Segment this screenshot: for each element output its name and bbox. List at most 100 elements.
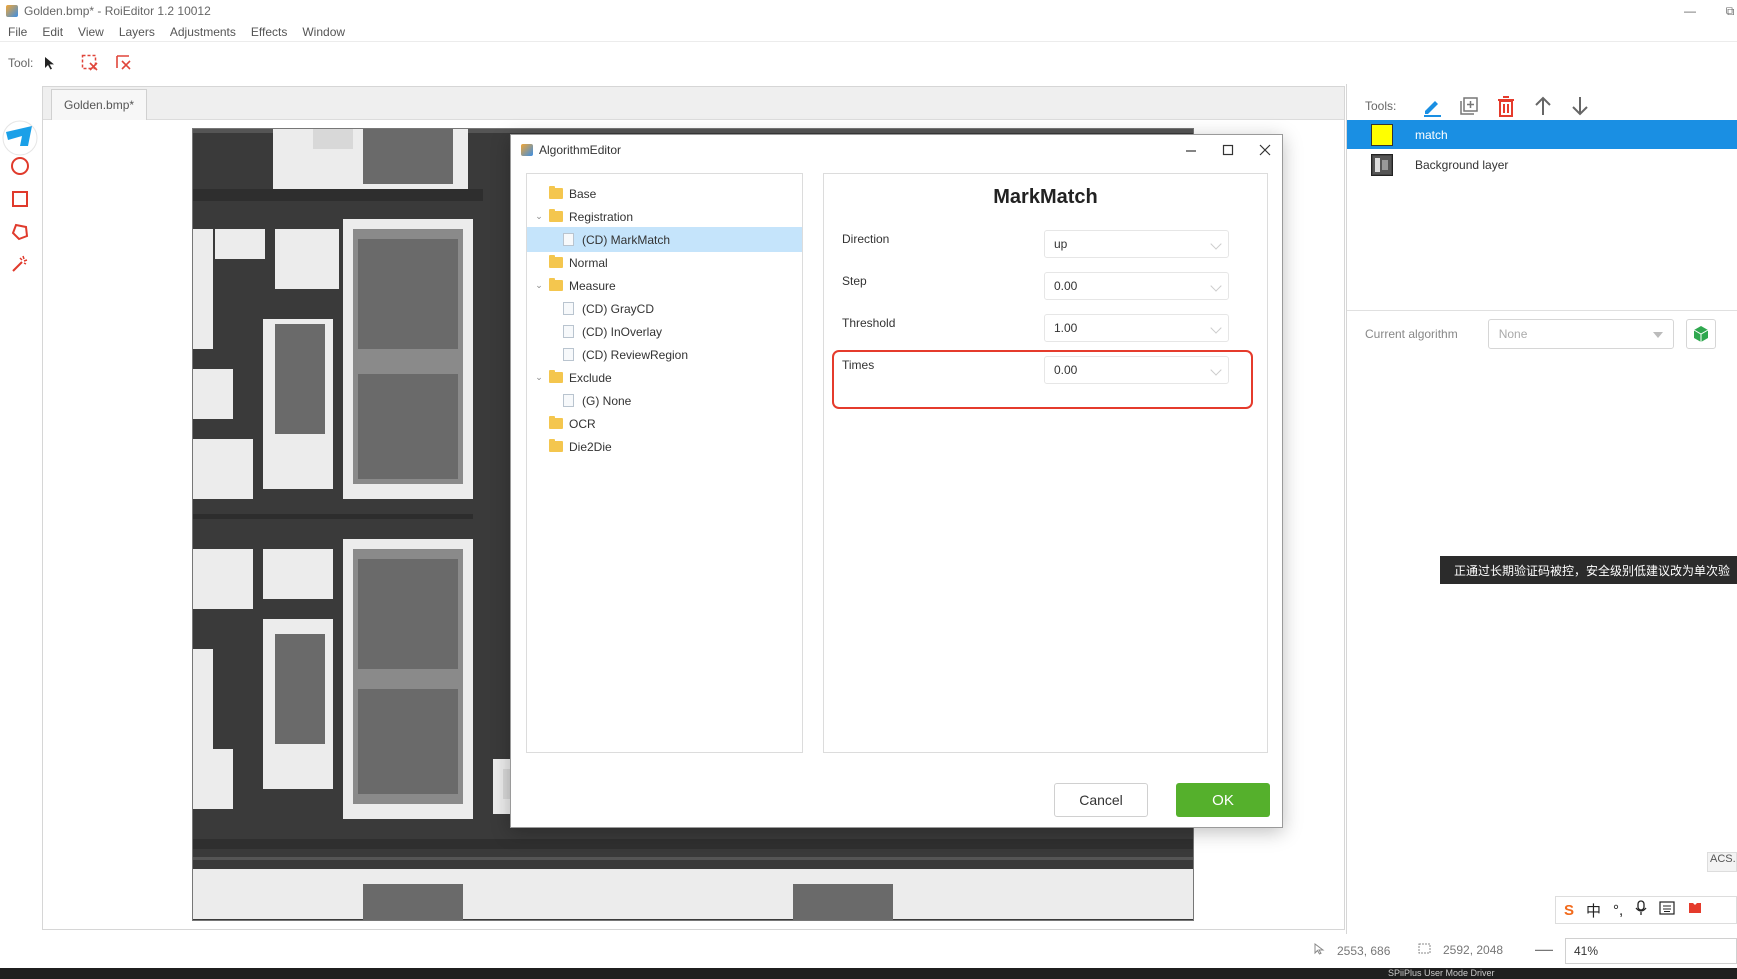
document-tab[interactable]: Golden.bmp* bbox=[51, 89, 148, 120]
expand-caret-icon[interactable]: ⌄ bbox=[534, 280, 544, 291]
move-layer-up-icon[interactable] bbox=[1529, 92, 1557, 120]
dialog-title: AlgorithmEditor bbox=[539, 143, 622, 157]
layers-tools-label: Tools: bbox=[1365, 99, 1397, 113]
dialog-maximize-icon[interactable] bbox=[1211, 137, 1245, 163]
minimize-button[interactable]: — bbox=[1670, 0, 1710, 22]
rectangle-tool-icon[interactable] bbox=[8, 187, 32, 211]
dialog-title-bar: AlgorithmEditor bbox=[511, 135, 1282, 165]
tree-node-label: (G) None bbox=[582, 393, 632, 408]
zoom-field[interactable]: 41% bbox=[1565, 938, 1737, 964]
direction-select[interactable]: up bbox=[1044, 230, 1229, 258]
times-field[interactable]: 0.00 bbox=[1044, 356, 1229, 384]
tree-node-label: Measure bbox=[569, 278, 616, 293]
expand-caret-icon[interactable]: ⌄ bbox=[534, 372, 544, 383]
folder-icon bbox=[549, 186, 563, 199]
folder-icon bbox=[549, 370, 563, 383]
ellipse-tool-icon[interactable] bbox=[8, 154, 32, 178]
tree-folder-measure[interactable]: ⌄ Measure bbox=[527, 273, 802, 298]
tool-row: Tool: bbox=[0, 50, 147, 76]
tree-folder-exclude[interactable]: ⌄ Exclude bbox=[527, 365, 802, 390]
ok-button[interactable]: OK bbox=[1176, 783, 1270, 817]
folder-icon bbox=[549, 209, 563, 222]
layer-name: match bbox=[1415, 127, 1448, 142]
polygon-tool-icon[interactable] bbox=[8, 220, 32, 244]
menu-bar: File Edit View Layers Adjustments Effect… bbox=[0, 22, 1737, 42]
dialog-close-icon[interactable] bbox=[1248, 137, 1282, 163]
apply-algorithm-cube-icon[interactable] bbox=[1685, 318, 1716, 349]
menu-edit[interactable]: Edit bbox=[42, 25, 63, 39]
tree-node-label: (CD) GrayCD bbox=[582, 301, 654, 316]
threshold-value: 1.00 bbox=[1054, 321, 1078, 335]
step-value: 0.00 bbox=[1054, 279, 1078, 293]
file-icon bbox=[563, 348, 574, 361]
menu-file[interactable]: File bbox=[8, 25, 27, 39]
ime-chinese-mode[interactable]: 中 bbox=[1586, 900, 1601, 921]
restore-button[interactable]: ⧉ bbox=[1710, 0, 1737, 22]
side-tab[interactable]: ACS.E bbox=[1707, 852, 1737, 872]
layers-panel: Tools: match Background layer Current al… bbox=[1346, 84, 1737, 934]
edit-layer-icon[interactable] bbox=[1418, 92, 1446, 120]
tree-folder-registration[interactable]: ⌄ Registration bbox=[527, 204, 802, 229]
tree-folder-ocr[interactable]: OCR bbox=[527, 411, 802, 436]
magic-wand-tool-icon[interactable] bbox=[8, 252, 32, 276]
dropdown-chevron-icon bbox=[1210, 238, 1222, 250]
cursor-position: 2553, 686 bbox=[1314, 943, 1390, 958]
delete-selection-icon[interactable] bbox=[79, 52, 101, 74]
direction-value: up bbox=[1054, 237, 1068, 251]
window-title-bar: Golden.bmp* - RoiEditor 1.2 10012 bbox=[0, 0, 1737, 22]
file-icon bbox=[563, 325, 574, 338]
windows-taskbar: SPiiPlus User Mode Driver bbox=[0, 968, 1737, 979]
tree-item-markmatch[interactable]: (CD) MarkMatch bbox=[527, 227, 802, 252]
tree-folder-normal[interactable]: Normal bbox=[527, 250, 802, 275]
tree-item-g-none[interactable]: (G) None bbox=[527, 388, 802, 413]
step-field[interactable]: 0.00 bbox=[1044, 272, 1229, 300]
layer-color-swatch bbox=[1371, 123, 1393, 146]
algorithm-editor-dialog: AlgorithmEditor Base ⌄ Registration (CD)… bbox=[510, 134, 1283, 828]
menu-view[interactable]: View bbox=[78, 25, 104, 39]
skin-icon[interactable] bbox=[1687, 901, 1703, 919]
tree-item-graycd[interactable]: (CD) GrayCD bbox=[527, 296, 802, 321]
layers-toolbar: Tools: bbox=[1365, 90, 1603, 122]
current-algorithm-select[interactable]: None bbox=[1487, 318, 1674, 349]
tree-node-label: OCR bbox=[569, 416, 596, 431]
document-tab-label: Golden.bmp* bbox=[64, 98, 135, 112]
current-algorithm-value: None bbox=[1498, 326, 1528, 341]
layer-item-background[interactable]: Background layer bbox=[1347, 150, 1737, 179]
algorithm-properties-panel: MarkMatch Direction up Step 0.00 Thresho… bbox=[823, 173, 1268, 753]
zoom-out-button[interactable]: — bbox=[1535, 939, 1553, 960]
cursor-position-icon bbox=[1314, 943, 1325, 958]
sogou-logo-icon[interactable]: S bbox=[1564, 902, 1574, 919]
tree-item-reviewregion[interactable]: (CD) ReviewRegion bbox=[527, 342, 802, 367]
menu-layers[interactable]: Layers bbox=[119, 25, 155, 39]
layer-item-match[interactable]: match bbox=[1347, 120, 1737, 149]
microphone-icon[interactable] bbox=[1635, 900, 1647, 920]
image-size: 2592, 2048 bbox=[1418, 943, 1503, 957]
tree-folder-die2die[interactable]: Die2Die bbox=[527, 434, 802, 459]
add-layer-icon[interactable] bbox=[1455, 92, 1483, 120]
punctuation-icon[interactable]: °, bbox=[1613, 902, 1623, 919]
dialog-minimize-icon[interactable] bbox=[1174, 137, 1208, 163]
background-layer-thumbnail-icon bbox=[1371, 153, 1393, 176]
pointer-tool-icon[interactable] bbox=[39, 52, 61, 74]
move-layer-down-icon[interactable] bbox=[1566, 92, 1594, 120]
clear-roi-icon[interactable] bbox=[113, 52, 135, 74]
algorithm-name-heading: MarkMatch bbox=[993, 186, 1098, 208]
taskbar-hint: SPiiPlus User Mode Driver bbox=[1388, 968, 1495, 978]
tree-folder-base[interactable]: Base bbox=[527, 181, 802, 206]
tree-item-inoverlay[interactable]: (CD) InOverlay bbox=[527, 319, 802, 344]
menu-window[interactable]: Window bbox=[302, 25, 345, 39]
status-bar: 2553, 686 2592, 2048 — 41% bbox=[0, 934, 1737, 968]
threshold-field[interactable]: 1.00 bbox=[1044, 314, 1229, 342]
delete-layer-icon[interactable] bbox=[1492, 92, 1520, 120]
notification-tooltip: 正通过长期验证码被控，安全级别低建议改为单次验 bbox=[1440, 556, 1737, 584]
spinner-chevron-icon bbox=[1210, 364, 1222, 376]
expand-caret-icon[interactable]: ⌄ bbox=[534, 211, 544, 222]
app-icon bbox=[6, 5, 18, 17]
cancel-button[interactable]: Cancel bbox=[1054, 783, 1148, 817]
dialog-app-icon bbox=[521, 144, 533, 156]
threshold-label: Threshold bbox=[842, 316, 896, 330]
menu-effects[interactable]: Effects bbox=[251, 25, 287, 39]
ime-toolbar: S 中 °, bbox=[1555, 896, 1737, 924]
menu-adjustments[interactable]: Adjustments bbox=[170, 25, 236, 39]
keyboard-icon[interactable] bbox=[1659, 901, 1675, 919]
